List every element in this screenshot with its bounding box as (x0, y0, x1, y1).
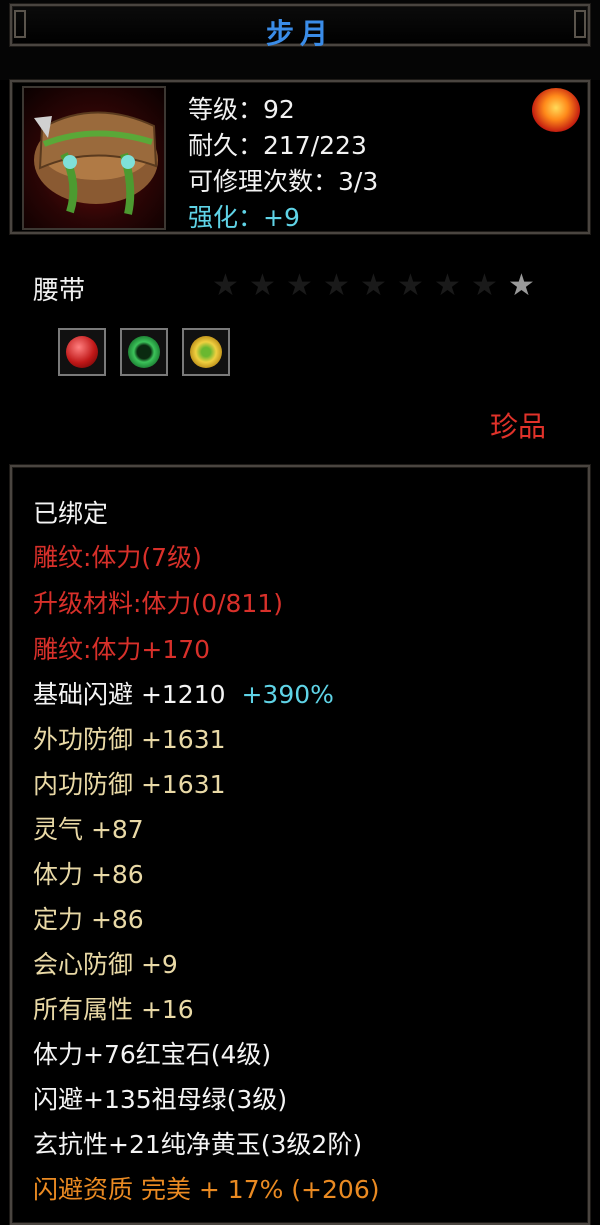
item-quality: 珍品 (490, 410, 547, 443)
outer-defense: 外功防御 +1631 (33, 725, 226, 754)
item-type: 腰带 (33, 276, 86, 306)
bound-status: 已绑定 (33, 499, 109, 528)
star-icon: ★ (360, 268, 387, 303)
star-icon: ★ (249, 268, 276, 303)
star-icon: ★ (323, 268, 350, 303)
sun-emblem-icon (532, 88, 580, 132)
star-icon: ★ (434, 268, 461, 303)
item-durability: 耐久：217/223 (188, 131, 367, 160)
star-icon: ★ (286, 268, 313, 303)
ruby-gem-icon[interactable] (58, 328, 106, 376)
item-repairs: 可修理次数：3/3 (188, 167, 379, 196)
gem-bonus-ruby: 体力+76红宝石(4级) (33, 1040, 272, 1069)
item-level: 等级：92 (188, 95, 295, 124)
star-icon-lit: ★ (508, 268, 535, 303)
spirit-stat: 灵气 +87 (33, 815, 144, 844)
base-dodge: 基础闪避 +1210 +390% (33, 675, 334, 711)
star-icon: ★ (471, 268, 498, 303)
star-icon: ★ (397, 268, 424, 303)
stamina-stat: 体力 +86 (33, 860, 144, 889)
gem-bonus-emerald: 闪避+135祖母绿(3级) (33, 1085, 288, 1114)
all-attributes: 所有属性 +16 (33, 995, 194, 1024)
gem-bonus-topaz: 玄抗性+21纯净黄玉(3级2阶) (33, 1130, 363, 1159)
title-bar: 步月 (0, 0, 600, 80)
upgrade-material: 升级材料:体力(0/811) (33, 589, 283, 618)
crit-defense: 会心防御 +9 (33, 950, 178, 979)
belt-icon[interactable] (22, 86, 166, 230)
emerald-ring-icon[interactable] (120, 328, 168, 376)
base-dodge-percent: +390% (241, 680, 334, 709)
engrave-line: 雕纹:体力(7级) (33, 543, 202, 572)
engrave-bonus: 雕纹:体力+170 (33, 635, 211, 664)
inner-defense: 内功防御 +1631 (33, 770, 226, 799)
jade-gold-icon[interactable] (182, 328, 230, 376)
star-icon: ★ (212, 268, 239, 303)
item-name: 步月 (265, 17, 334, 50)
item-enhance: 强化：+9 (188, 203, 300, 232)
dodge-aptitude: 闪避资质 完美 + 17% (+206) (33, 1175, 380, 1204)
base-dodge-value: 基础闪避 +1210 (33, 680, 226, 709)
focus-stat: 定力 +86 (33, 905, 144, 934)
